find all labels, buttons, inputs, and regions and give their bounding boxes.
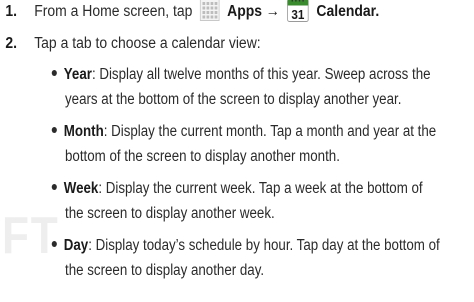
bullet-month: Month: Display the current month. Tap a … [50, 122, 436, 142]
bullet-term: Day [63, 237, 89, 254]
step-1-prefix: From a Home screen, tap [34, 3, 193, 21]
document-page: FT 1. From a Home screen, tap Apps → 31 … [0, 0, 474, 302]
calendar-label: Calendar. [316, 3, 380, 21]
step-text: From a Home screen, tap Apps → 31 Calend… [34, 0, 380, 22]
apps-grid-icon [199, 0, 220, 21]
step-number: 1. [5, 3, 18, 20]
bullet-dot [51, 184, 57, 191]
bullet-year-continuation: years at the bottom of the screen to dis… [65, 91, 402, 108]
bullet-year: Year: Display all twelve months of this … [50, 65, 431, 85]
step-text: Tap a tab to choose a calendar view: [34, 35, 261, 52]
arrow-glyph: → [265, 3, 280, 21]
bullet-week: Week: Display the current week. Tap a we… [50, 179, 423, 199]
calendar-icon-day: 31 [292, 7, 305, 22]
apps-label: Apps [227, 3, 262, 21]
bullet-term: Month [63, 123, 104, 140]
bullet-dot [51, 241, 57, 248]
step-number: 2. [5, 35, 18, 52]
bullet-day-continuation: the screen to display another day. [65, 262, 265, 279]
bullet-term: Year [63, 66, 92, 83]
bullet-dot [51, 127, 57, 134]
bullet-text: : Display today’s schedule by hour. Tap … [88, 237, 440, 254]
bullet-text: : Display the current month. Tap a month… [103, 123, 437, 140]
bullet-week-continuation: the screen to display another week. [65, 205, 275, 222]
bullet-term: Week [63, 180, 99, 197]
bullet-month-continuation: bottom of the screen to display another … [65, 148, 340, 165]
calendar-icon: 31 [287, 0, 309, 22]
bullet-text: : Display all twelve months of this year… [91, 66, 431, 83]
bullet-dot [51, 70, 57, 77]
bullet-text: : Display the current week. Tap a week a… [98, 180, 423, 197]
bullet-day: Day: Display today’s schedule by hour. T… [50, 236, 440, 256]
